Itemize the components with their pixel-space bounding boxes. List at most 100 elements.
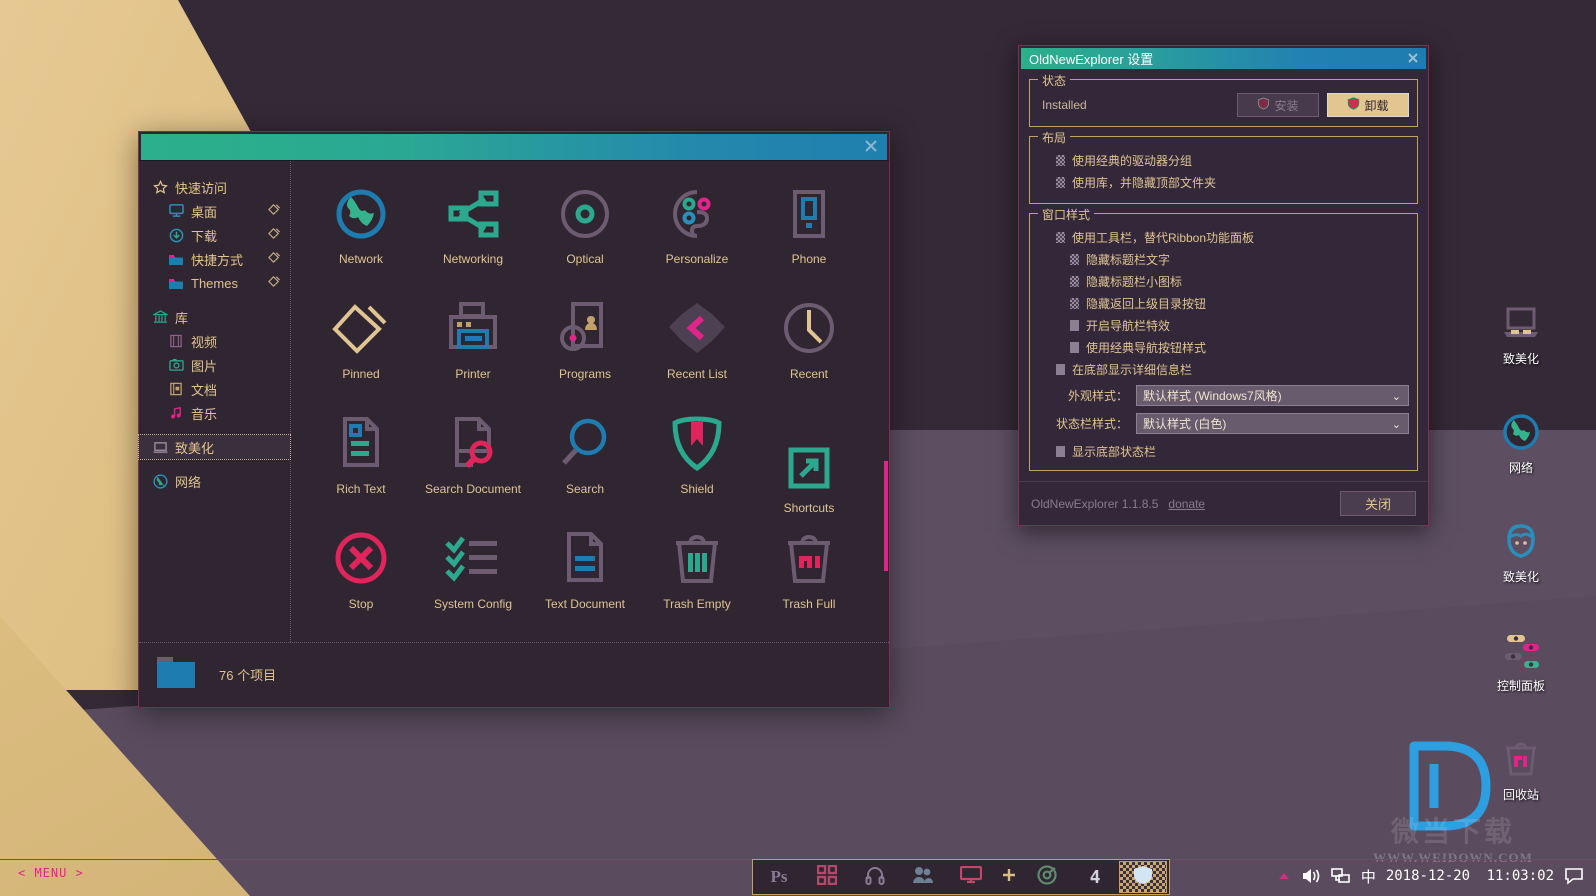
checkbox-label: 使用库，并隐藏顶部文件夹 <box>1072 174 1216 191</box>
sidebar-item-label: 下载 <box>191 226 268 245</box>
pin-icon[interactable] <box>268 227 282 243</box>
file-item[interactable]: Recent List <box>641 290 753 405</box>
taskbar-app-list: Ps <box>752 859 1170 895</box>
globe-icon <box>1469 409 1573 455</box>
desktop-icon-control-panel[interactable]: 控制面板 <box>1469 627 1573 694</box>
plus-icon <box>1001 867 1017 888</box>
clock[interactable]: 2018-12-20 11:03:02 <box>1386 868 1554 884</box>
file-item[interactable]: Shield <box>641 405 753 520</box>
taskbar-item-chrome[interactable] <box>1023 861 1071 893</box>
checkbox-hide-caption-text[interactable]: 隐藏标题栏文字 <box>1038 248 1409 270</box>
sidebar-item-quick-access[interactable]: 快速访问 <box>139 175 290 199</box>
checkbox-hide-caption-icon[interactable]: 隐藏标题栏小图标 <box>1038 270 1409 292</box>
taskbar-item-audio[interactable] <box>851 861 899 893</box>
file-item[interactable]: Shortcuts <box>753 405 865 520</box>
file-explorer-window[interactable]: 快速访问 桌面 下载 <box>138 131 890 708</box>
taskbar-item-people[interactable] <box>899 861 947 893</box>
install-button[interactable]: 安装 <box>1237 93 1319 117</box>
volume-icon[interactable] <box>1301 867 1321 885</box>
pin-icon[interactable] <box>268 251 282 267</box>
dialog-titlebar[interactable]: OldNewExplorer 设置 <box>1021 48 1426 69</box>
checkbox-navbar-glass[interactable]: 开启导航栏特效 <box>1038 314 1409 336</box>
file-item[interactable]: Pinned <box>305 290 417 405</box>
file-item[interactable]: Search <box>529 405 641 520</box>
shield-icon <box>1347 97 1360 113</box>
oldnewexplorer-dialog[interactable]: OldNewExplorer 设置 状态 Installed 安装 <box>1018 45 1429 526</box>
uninstall-button[interactable]: 卸载 <box>1327 93 1409 117</box>
checkbox-use-libraries[interactable]: 使用库，并隐藏顶部文件夹 <box>1038 171 1409 193</box>
desktop-icon-network[interactable]: 网络 <box>1469 409 1573 476</box>
sidebar-gap <box>139 425 290 435</box>
checkbox-details-pane-bottom[interactable]: 在底部显示详细信息栏 <box>1038 358 1409 380</box>
sidebar-item-desktop[interactable]: 桌面 <box>139 199 290 223</box>
headphone-icon <box>865 865 885 890</box>
file-item[interactable]: Rich Text <box>305 405 417 520</box>
uninstall-button-label: 卸载 <box>1364 97 1388 114</box>
close-icon[interactable] <box>1406 51 1420 65</box>
sidebar-item-shortcuts[interactable]: 快捷方式 <box>139 247 290 271</box>
action-center-icon[interactable] <box>1564 867 1584 885</box>
statusbar-style-select[interactable]: 默认样式 (白色) ⌄ <box>1136 413 1409 434</box>
taskbar-item-apps[interactable] <box>803 861 851 893</box>
sidebar-item-pictures[interactable]: 图片 <box>139 353 290 377</box>
pin-icon[interactable] <box>268 275 282 291</box>
chevron-up-icon[interactable] <box>1277 870 1291 882</box>
photoshop-icon: Ps <box>771 867 788 887</box>
desktop-icon-user[interactable]: 致美化 <box>1469 518 1573 585</box>
file-item[interactable]: Text Document <box>529 520 641 635</box>
shortcut-arrow-icon <box>787 435 831 501</box>
sidebar-item-themes[interactable]: Themes <box>139 271 290 295</box>
file-item[interactable]: Stop <box>305 520 417 635</box>
appearance-style-value: 默认样式 (Windows7风格) <box>1143 387 1282 404</box>
monitor-icon <box>167 204 185 218</box>
file-item[interactable]: Personalize <box>641 175 753 290</box>
network-icon[interactable] <box>1331 867 1351 885</box>
file-item[interactable]: Trash Empty <box>641 520 753 635</box>
sidebar-item-network[interactable]: 网络 <box>139 469 290 493</box>
explorer-status-bar: 76 个项目 <box>139 642 889 706</box>
start-menu-button[interactable]: < MENU > <box>18 866 84 880</box>
desktop-icon-label: 网络 <box>1469 459 1573 476</box>
sidebar-item-downloads[interactable]: 下载 <box>139 223 290 247</box>
close-button[interactable]: 关闭 <box>1340 491 1416 516</box>
file-item[interactable]: Phone <box>753 175 865 290</box>
taskbar-item-shield-app[interactable] <box>1119 861 1167 893</box>
checkbox-classic-nav-buttons[interactable]: 使用经典导航按钮样式 <box>1038 336 1409 358</box>
four-icon: 4 <box>1090 867 1101 888</box>
pin-icon[interactable] <box>268 203 282 219</box>
sidebar-item-documents[interactable]: 文档 <box>139 377 290 401</box>
file-item[interactable]: Optical <box>529 175 641 290</box>
sidebar-item-music[interactable]: 音乐 <box>139 401 290 425</box>
appearance-style-select[interactable]: 默认样式 (Windows7风格) ⌄ <box>1136 385 1409 406</box>
sidebar-item-label: 网络 <box>175 472 268 491</box>
checkbox-label: 在底部显示详细信息栏 <box>1072 361 1192 378</box>
taskbar-item-four[interactable]: 4 <box>1071 861 1119 893</box>
checkbox-box <box>1056 155 1065 166</box>
ime-icon[interactable]: 中 <box>1361 866 1376 887</box>
explorer-titlebar[interactable] <box>141 134 887 160</box>
taskbar-item-photoshop[interactable]: Ps <box>755 861 803 893</box>
appearance-style-label: 外观样式： <box>1038 387 1136 404</box>
checkbox-show-status-bar[interactable]: 显示底部状态栏 <box>1038 440 1409 462</box>
taskbar-item-add[interactable] <box>995 861 1023 893</box>
file-item[interactable]: System Config <box>417 520 529 635</box>
file-item[interactable]: Networking <box>417 175 529 290</box>
file-item[interactable]: Trash Full <box>753 520 865 635</box>
vertical-scrollbar[interactable] <box>884 461 888 571</box>
taskbar-item-display[interactable] <box>947 861 995 893</box>
desktop-icon-themes[interactable]: 致美化 <box>1469 300 1573 367</box>
checkbox-classic-drive-grouping[interactable]: 使用经典的驱动器分组 <box>1038 149 1409 171</box>
file-item[interactable]: Network <box>305 175 417 290</box>
file-item[interactable]: Programs <box>529 290 641 405</box>
donate-link[interactable]: donate <box>1168 497 1205 511</box>
sidebar-item-this-pc[interactable]: 致美化 <box>139 435 290 459</box>
sidebar-item-libraries[interactable]: 库 <box>139 305 290 329</box>
checkbox-hide-up-button[interactable]: 隐藏返回上级目录按钮 <box>1038 292 1409 314</box>
file-item[interactable]: Recent <box>753 290 865 405</box>
file-item[interactable]: Printer <box>417 290 529 405</box>
file-item[interactable]: Search Document <box>417 405 529 520</box>
sidebar-item-videos[interactable]: 视频 <box>139 329 290 353</box>
layout-group-legend: 布局 <box>1038 129 1070 146</box>
checkbox-use-toolbar[interactable]: 使用工具栏，替代Ribbon功能面板 <box>1038 226 1409 248</box>
close-icon[interactable] <box>863 138 879 154</box>
